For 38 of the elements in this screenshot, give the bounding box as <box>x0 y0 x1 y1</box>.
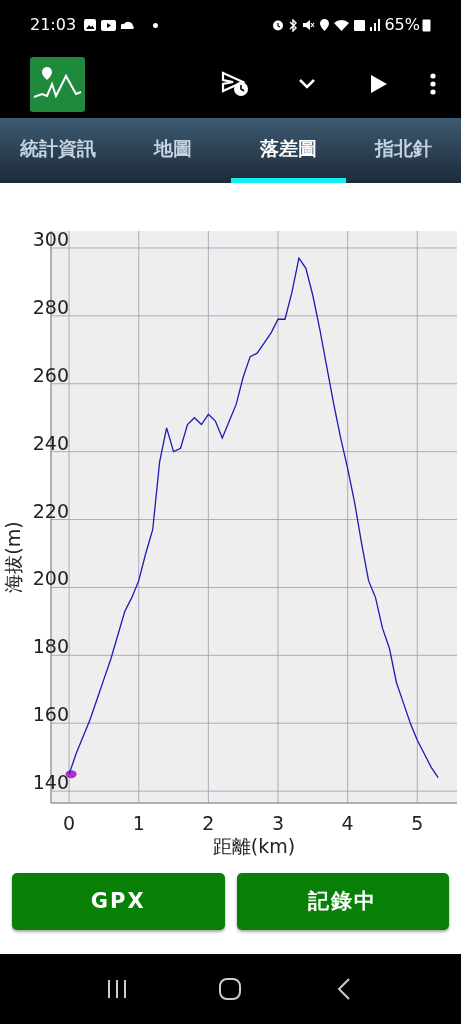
mute-icon <box>303 19 316 31</box>
tab[interactable]: 落差圖 <box>230 118 346 183</box>
location-pin-icon <box>320 19 330 31</box>
x-tick-label: 1 <box>132 812 145 834</box>
signal-icon <box>370 19 381 31</box>
video-play-icon <box>101 19 117 31</box>
y-tick-label: 240 <box>32 431 69 454</box>
alarm-icon <box>272 19 285 31</box>
bluetooth-icon <box>289 18 299 32</box>
x-tick-label: 2 <box>202 812 215 834</box>
x-tick-label: 3 <box>272 812 285 834</box>
y-tick-label: 300 <box>32 227 69 250</box>
y-tick-label: 200 <box>32 567 69 590</box>
battery-percentage: 65% <box>384 14 420 36</box>
y-tick-label: 280 <box>32 295 69 318</box>
y-tick-label: 160 <box>32 703 69 726</box>
x-tick-label: 4 <box>341 812 354 834</box>
y-tick-label: 180 <box>32 635 69 658</box>
action-button[interactable]: GPX <box>12 873 225 930</box>
y-tick-label: 140 <box>32 771 69 794</box>
y-tick-label: 260 <box>32 363 69 386</box>
x-tick-label: 0 <box>63 812 76 834</box>
cloud-icon <box>121 21 135 29</box>
x-axis-title: 距離(km) <box>212 835 296 857</box>
action-button[interactable]: 記錄中 <box>236 873 449 930</box>
wifi-icon <box>334 19 350 31</box>
tab[interactable]: 指北針 <box>345 118 461 183</box>
status-time: 21:03 <box>30 14 77 36</box>
tab[interactable]: 地圖 <box>115 118 231 183</box>
tab[interactable]: 統計資訊 <box>0 118 116 183</box>
y-tick-label: 220 <box>32 499 69 522</box>
notification-dot-icon <box>153 22 159 28</box>
app-logo[interactable] <box>30 56 85 112</box>
gallery-icon <box>84 19 97 31</box>
y-axis-title: 海拔(m) <box>2 521 24 593</box>
x-tick-label: 5 <box>411 812 424 834</box>
volte-icon <box>354 19 366 31</box>
battery-icon <box>422 18 431 32</box>
